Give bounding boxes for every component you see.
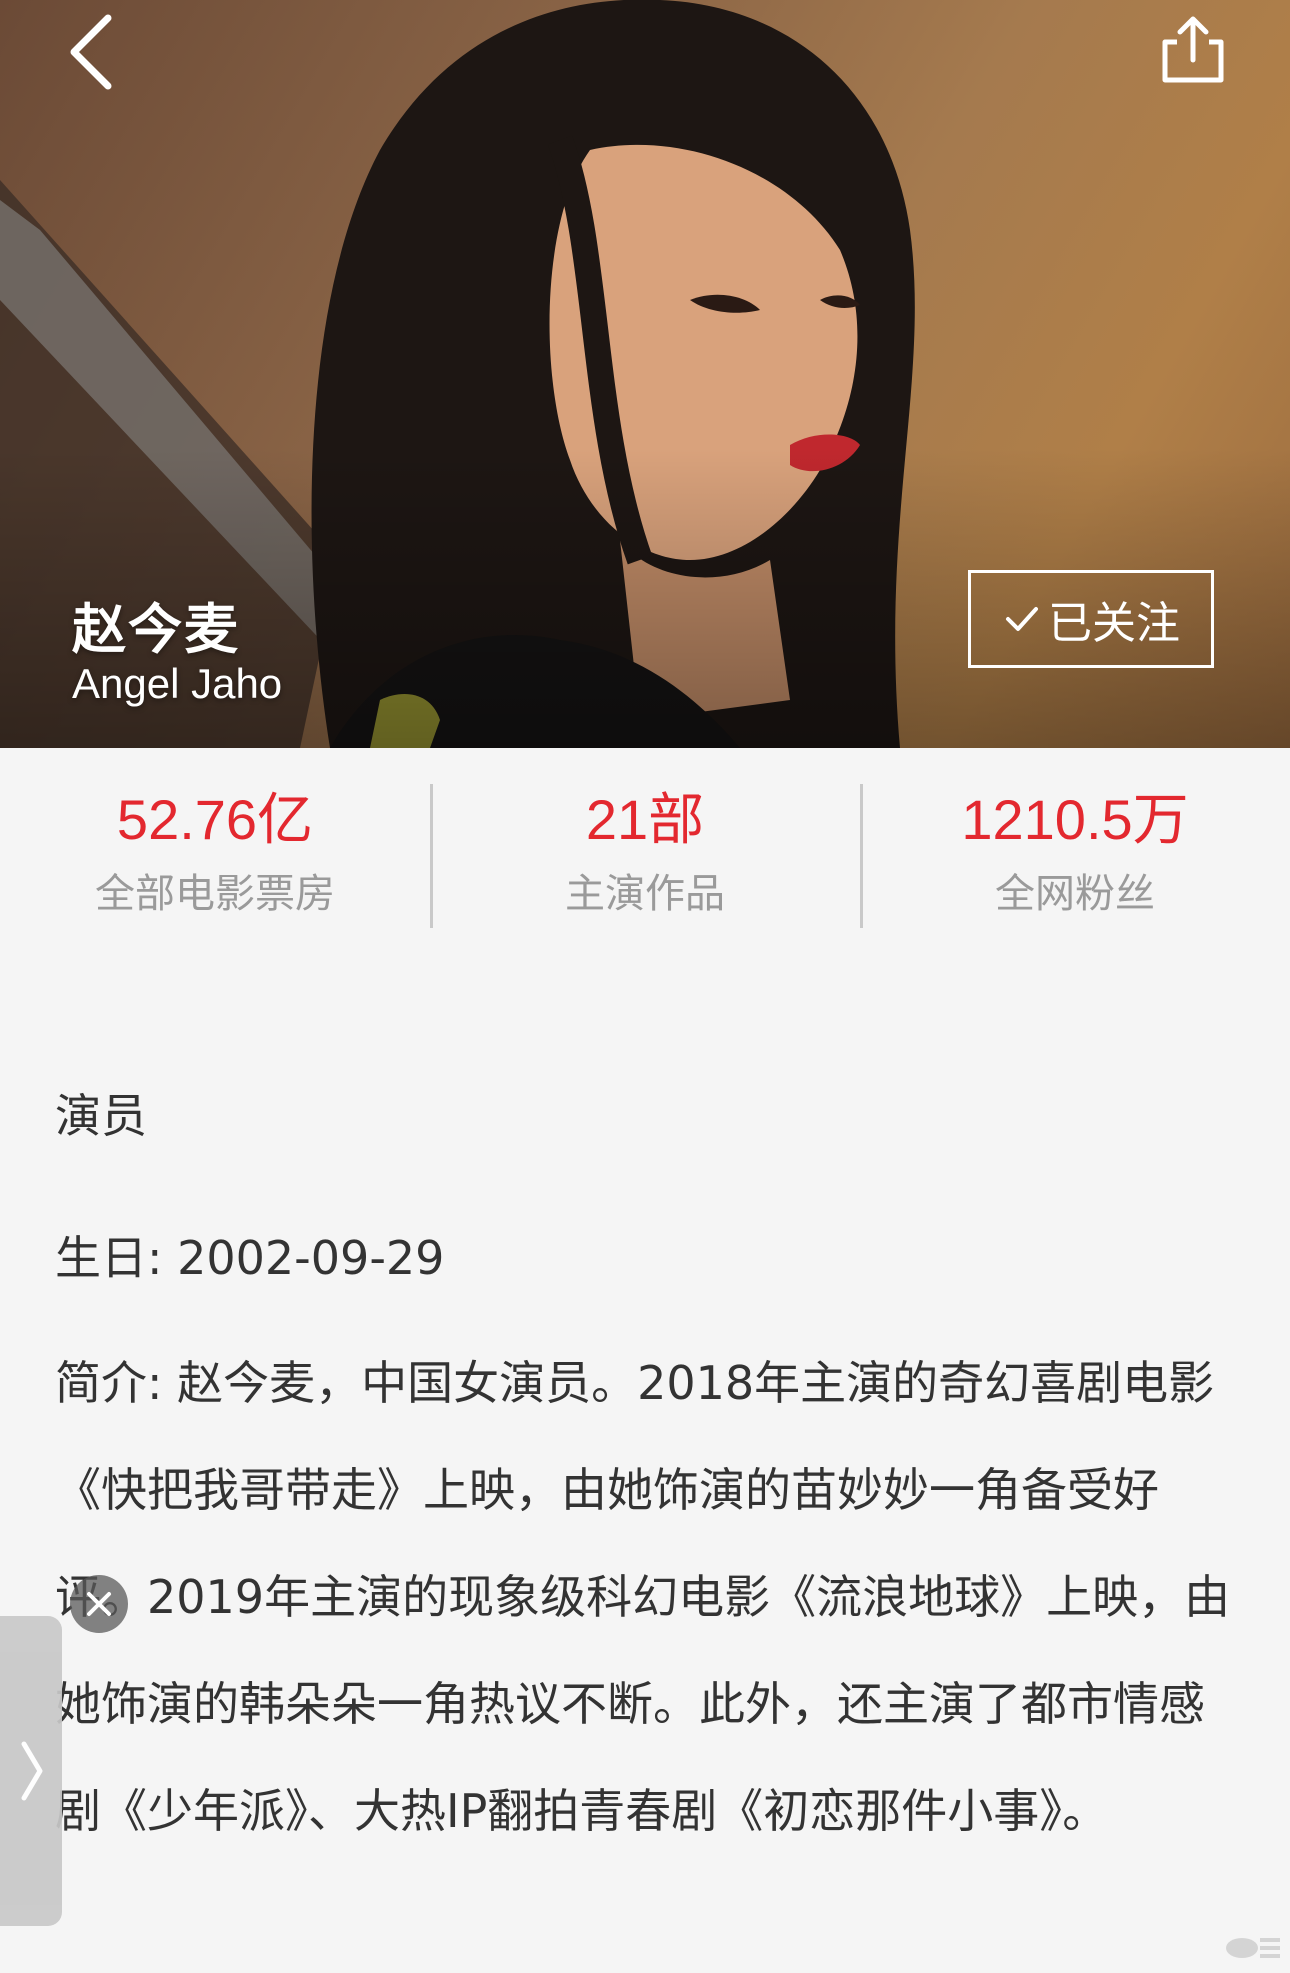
actor-name: 赵今麦 [72, 598, 240, 661]
stat-label: 主演作品 [565, 871, 725, 917]
chevron-right-icon [21, 1741, 43, 1801]
stat-fans[interactable]: 1210.5万 全网粉丝 [860, 748, 1290, 948]
intro-text: 简介: 赵今麦，中国女演员。2018年主演的奇幻喜剧电影《快把我哥带走》上映，由… [55, 1356, 1231, 1838]
back-button[interactable] [60, 10, 130, 90]
stat-value: 21部 [585, 788, 705, 851]
follow-button[interactable]: 已关注 [968, 570, 1214, 668]
stat-label: 全网粉丝 [995, 871, 1155, 917]
close-floating-button[interactable] [70, 1575, 128, 1633]
stat-value: 1210.5万 [961, 788, 1189, 851]
chevron-left-icon [70, 14, 112, 90]
stats-row: 52.76亿 全部电影票房 21部 主演作品 1210.5万 全网粉丝 [0, 748, 1290, 948]
share-button[interactable] [1155, 12, 1231, 88]
profession: 演员 [55, 1089, 147, 1143]
share-icon [1162, 16, 1224, 83]
actor-english-name: Angel Jaho [72, 660, 283, 707]
side-drawer-tab[interactable] [0, 1616, 62, 1926]
stat-label: 全部电影票房 [95, 871, 335, 917]
watermark-logo [1226, 1938, 1280, 1958]
birthday: 生日: 2002-09-29 [55, 1231, 445, 1285]
stat-box-office[interactable]: 52.76亿 全部电影票房 [0, 748, 430, 948]
checkmark-icon [1006, 607, 1038, 631]
stat-works[interactable]: 21部 主演作品 [430, 748, 860, 948]
close-icon [87, 1592, 111, 1616]
follow-label: 已关注 [1048, 598, 1180, 649]
hero-banner: 赵今麦 Angel Jaho 已关注 [0, 0, 1290, 748]
stat-value: 52.76亿 [116, 788, 314, 851]
